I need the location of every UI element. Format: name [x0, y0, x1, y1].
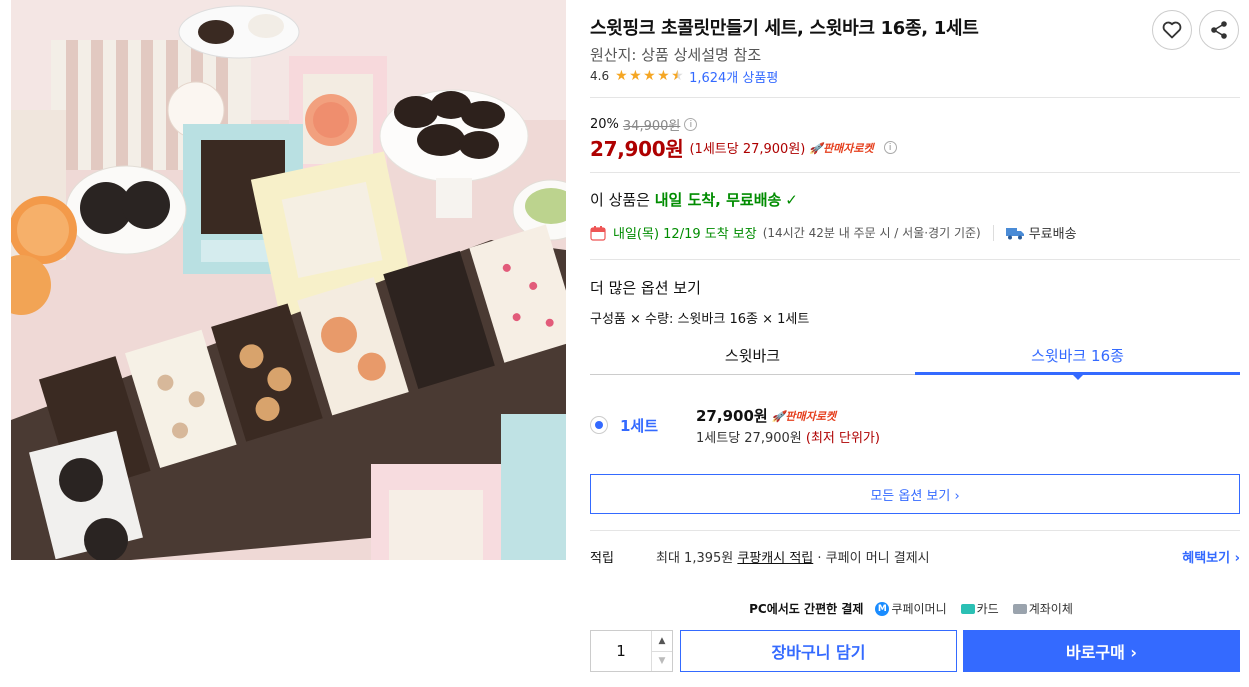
rating-value: 4.6: [590, 69, 610, 83]
radio-selected-dot: [595, 421, 603, 429]
coupay-money: M 쿠페이머니: [875, 600, 947, 617]
sale-price: 27,900원: [590, 137, 684, 161]
rating-stars: ★ ★ ★ ★ ★: [615, 67, 685, 84]
reward-text: 최대 1,395원 쿠팡캐시 적립 · 쿠페이 머니 결제시: [656, 547, 930, 566]
star-icon: ★: [615, 67, 628, 84]
divider: [590, 259, 1240, 260]
arrival-guarantee: 내일(목) 12/19 도착 보장: [613, 227, 757, 242]
payment-methods: PC에서도 간편한 결제 M 쿠페이머니 카드 계좌이체: [590, 600, 1240, 617]
reward-condition: · 쿠페이 머니 결제시: [813, 550, 930, 566]
quantity-up-icon[interactable]: ▲: [652, 631, 672, 651]
delivery-highlight: 내일 도착, 무료배송: [654, 191, 782, 209]
delivery-detail-row: 내일(목) 12/19 도착 보장 (14시간 42분 내 주문 시 / 서울·…: [590, 223, 1077, 242]
origin-text: 원산지: 상품 상세설명 참조: [590, 46, 762, 64]
check-icon: ✓: [785, 190, 798, 209]
option-name: 1세트: [620, 417, 659, 435]
quantity-input[interactable]: [591, 631, 651, 671]
wishlist-button[interactable]: [1152, 10, 1192, 50]
divider: [992, 224, 994, 241]
option-tabs: 스윗바크 스윗바크 16종: [590, 339, 1240, 380]
rating-row: 4.6 ★ ★ ★ ★ ★ 1,624개 상품평: [590, 67, 778, 86]
reward-label: 적립: [590, 550, 614, 566]
divider: [590, 530, 1240, 531]
tab-sweetbark-16[interactable]: 스윗바크 16종: [915, 339, 1240, 380]
coupay-icon: M: [875, 601, 890, 616]
card-label: 카드: [976, 602, 999, 616]
quantity-arrows: ▲ ▼: [651, 631, 672, 671]
more-options-title: 더 많은 옵션 보기: [590, 279, 701, 297]
option-radio[interactable]: [590, 416, 608, 434]
add-to-cart-button[interactable]: 장바구니 담기: [680, 630, 957, 672]
bank-transfer: 계좌이체: [1012, 600, 1073, 617]
composition-text: 구성품 × 수량: 스윗바크 16종 × 1세트: [590, 312, 810, 327]
arrival-note: (14시간 42분 내 주문 시 / 서울·경기 기준): [762, 226, 981, 240]
bank-label: 계좌이체: [1028, 602, 1073, 616]
card-payment: 카드: [960, 600, 999, 617]
info-icon[interactable]: i: [684, 118, 698, 131]
discount-rate: 20%: [590, 117, 619, 132]
coupay-label: 쿠페이머니: [891, 602, 947, 616]
unit-price: (1세트당 27,900원): [689, 142, 806, 157]
option-price: 27,900원: [696, 407, 768, 425]
divider: [590, 172, 1240, 173]
star-icon: ★: [643, 67, 656, 84]
info-icon[interactable]: i: [883, 141, 897, 154]
divider: [590, 97, 1240, 98]
free-shipping-text: 무료배송: [1028, 227, 1077, 242]
reward-row: 적립 최대 1,395원 쿠팡캐시 적립 · 쿠페이 머니 결제시 혜택보기 ›: [590, 546, 1240, 566]
option-unit-price: 1세트당 27,900원: [696, 431, 802, 446]
truck-icon: [1005, 227, 1024, 239]
option-unit-row: 1세트당 27,900원 (최저 단위가): [696, 427, 880, 446]
seller-rocket-badge: 🚀판매자로켓: [809, 141, 874, 155]
payment-title: PC에서도 간편한 결제: [749, 602, 864, 616]
sale-price-row: 27,900원 (1세트당 27,900원) 🚀판매자로켓 i: [590, 133, 897, 162]
option-price-row: 27,900원 🚀판매자로켓: [696, 405, 836, 426]
coupang-cash-link[interactable]: 쿠팡캐시 적립: [737, 551, 813, 566]
tab-sweetbark[interactable]: 스윗바크: [590, 339, 915, 375]
option-item[interactable]: 1세트 27,900원 🚀판매자로켓 1세트당 27,900원 (최저 단위가): [590, 400, 1240, 450]
star-icon: ★: [657, 67, 670, 84]
seller-rocket-label: 판매자로켓: [785, 409, 836, 423]
product-image[interactable]: [11, 0, 566, 560]
half-star-icon: ★: [671, 67, 684, 84]
seller-rocket-label: 판매자로켓: [823, 141, 874, 155]
card-icon: [960, 603, 975, 614]
product-title: 스윗핑크 초콜릿만들기 세트, 스윗바크 16종, 1세트: [590, 18, 979, 39]
buy-now-button[interactable]: 바로구매 ›: [963, 630, 1240, 672]
quantity-down-icon[interactable]: ▼: [652, 650, 672, 672]
calendar-icon: [590, 225, 606, 241]
product-photo-illustration: [11, 0, 566, 560]
delivery-headline: 이 상품은 내일 도착, 무료배송 ✓: [590, 189, 798, 210]
discount-row: 20% 34,900원 i: [590, 115, 698, 134]
original-price: 34,900원: [622, 119, 681, 134]
reward-amount: 최대 1,395원: [656, 550, 738, 566]
share-button[interactable]: [1199, 10, 1239, 50]
all-options-button[interactable]: 모든 옵션 보기 ›: [590, 474, 1240, 514]
review-count-link[interactable]: 1,624개 상품평: [689, 67, 778, 86]
seller-rocket-badge: 🚀판매자로켓: [771, 409, 836, 423]
quantity-stepper: ▲ ▼: [590, 630, 673, 672]
lowest-unit-label: (최저 단위가): [805, 431, 880, 446]
share-icon: [1211, 21, 1227, 39]
star-icon: ★: [629, 67, 642, 84]
delivery-prefix: 이 상품은: [590, 191, 650, 209]
heart-icon: [1162, 21, 1182, 39]
benefit-link[interactable]: 혜택보기 ›: [1182, 547, 1240, 566]
bank-icon: [1012, 603, 1027, 614]
